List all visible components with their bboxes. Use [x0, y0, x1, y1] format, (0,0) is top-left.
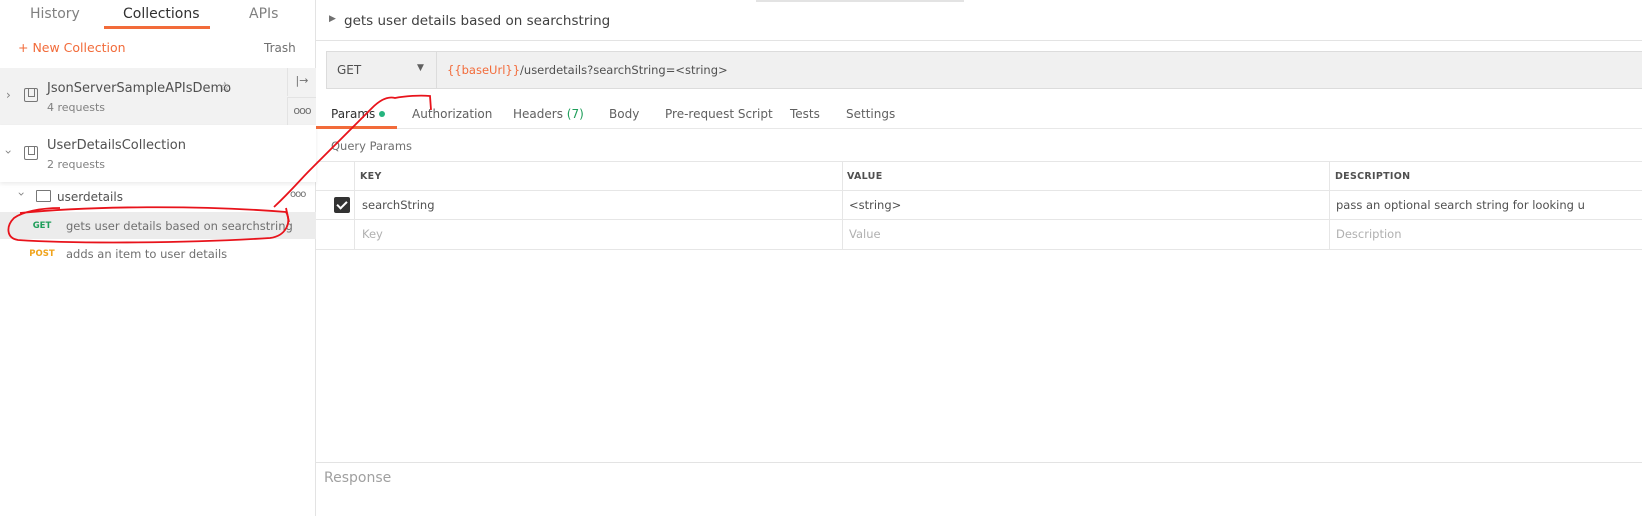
response-label[interactable]: Response — [324, 470, 391, 486]
url-bar: GET ▼ {{baseUrl}}/userdetails?searchStri… — [326, 51, 1642, 89]
value-input[interactable]: Value — [849, 227, 881, 241]
table-border — [316, 249, 1642, 250]
column-header-value: VALUE — [847, 171, 883, 182]
collection-name: JsonServerSampleAPIsDemo — [47, 81, 232, 96]
column-header-key: KEY — [360, 171, 382, 182]
request-editor: ▶ gets user details based on searchstrin… — [316, 0, 1642, 516]
status-dot — [379, 111, 386, 117]
tab-pre-request-script[interactable]: Pre-request Script — [665, 107, 773, 121]
caret-down-icon: ▼ — [417, 63, 424, 73]
query-params-label: Query Params — [331, 139, 413, 153]
collection-count: 2 requests — [47, 158, 106, 171]
folder-icon — [36, 190, 51, 202]
more-options-icon[interactable]: ooo — [287, 97, 316, 125]
new-collection-button[interactable]: + New Collection — [18, 40, 126, 55]
divider — [316, 462, 1642, 463]
url-input[interactable]: {{baseUrl}}/userdetails?searchString=<st… — [447, 63, 728, 77]
request-item-get[interactable]: GET gets user details based on searchstr… — [0, 212, 316, 239]
request-name: gets user details based on searchstring — [66, 219, 293, 233]
active-tab-indicator — [316, 126, 397, 129]
table-border — [316, 161, 1642, 162]
param-value[interactable]: <string> — [849, 198, 901, 212]
method-badge: POST — [29, 249, 55, 259]
table-border — [354, 161, 355, 249]
collection-folder-icon — [24, 146, 38, 160]
headers-count: (7) — [566, 107, 584, 121]
param-description[interactable]: pass an optional search string for looki… — [1336, 198, 1642, 212]
request-item-post[interactable]: POST adds an item to user details — [0, 240, 316, 267]
tab-history[interactable]: History — [30, 6, 80, 22]
collection-item[interactable]: › UserDetailsCollection 2 requests — [0, 125, 316, 182]
tab-label: Params — [331, 107, 376, 121]
param-enabled-checkbox[interactable] — [334, 197, 350, 213]
divider — [316, 40, 1642, 41]
active-tab-indicator — [104, 26, 210, 29]
collection-count: 4 requests — [47, 101, 106, 114]
tab-label: Headers — [513, 107, 563, 121]
tab-apis[interactable]: APIs — [249, 6, 278, 22]
description-input[interactable]: Description — [1336, 227, 1402, 241]
table-border — [1329, 161, 1330, 249]
collection-item[interactable]: › JsonServerSampleAPIsDemo ☆ 4 requests … — [0, 68, 316, 125]
table-border — [842, 161, 843, 249]
tab-tests[interactable]: Tests — [790, 107, 820, 121]
tab-collections[interactable]: Collections — [123, 6, 200, 22]
more-options-icon[interactable]: ooo — [290, 189, 306, 200]
param-key[interactable]: searchString — [362, 198, 435, 212]
expand-panel-icon[interactable]: |→ — [287, 68, 316, 96]
divider — [316, 128, 1642, 129]
chevron-down-icon[interactable]: › — [14, 192, 28, 197]
folder-name: userdetails — [57, 190, 123, 204]
tab-params[interactable]: Params — [331, 107, 386, 121]
url-variable: {{baseUrl}} — [447, 63, 521, 77]
tab-authorization[interactable]: Authorization — [412, 107, 492, 121]
tab-headers[interactable]: Headers (7) — [513, 107, 584, 121]
table-border — [316, 219, 1642, 220]
chevron-down-icon[interactable]: › — [1, 150, 15, 155]
table-border — [316, 190, 1642, 191]
sidebar: History Collections APIs + New Collectio… — [0, 0, 316, 516]
method-select[interactable]: GET ▼ — [327, 52, 437, 88]
trash-button[interactable]: Trash — [264, 41, 296, 55]
key-input[interactable]: Key — [362, 227, 383, 241]
column-header-description: DESCRIPTION — [1335, 171, 1411, 182]
url-path: /userdetails?searchString=<string> — [520, 63, 728, 77]
collection-folder-icon — [24, 88, 38, 102]
caret-right-icon[interactable]: ▶ — [329, 14, 336, 24]
tab-settings[interactable]: Settings — [846, 107, 895, 121]
request-name: adds an item to user details — [66, 247, 228, 261]
star-icon[interactable]: ☆ — [219, 80, 231, 95]
tab-body[interactable]: Body — [609, 107, 639, 121]
collection-name: UserDetailsCollection — [47, 138, 187, 153]
method-badge: GET — [32, 221, 52, 231]
tab-strip-edge — [756, 0, 964, 2]
chevron-right-icon[interactable]: › — [6, 88, 11, 102]
method-value: GET — [337, 63, 362, 77]
request-title[interactable]: gets user details based on searchstring — [344, 13, 610, 29]
